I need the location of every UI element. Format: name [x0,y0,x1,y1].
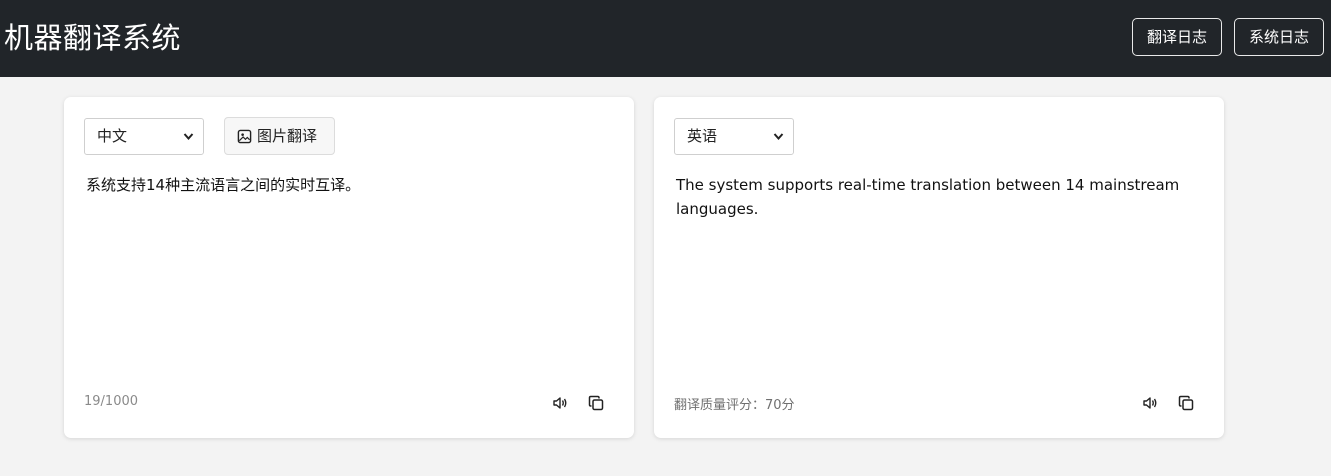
translation-quality-score: 翻译质量评分：70分 [674,398,795,413]
system-log-button[interactable]: 系统日志 [1234,18,1324,56]
target-panel: 英语 The system supports real-time transla… [654,97,1224,438]
speaker-icon[interactable] [1139,392,1161,414]
source-text-input[interactable]: 系统支持14种主流语言之间的实时互译。 [86,173,606,197]
source-language-value: 中文 [97,127,128,145]
chevron-down-icon [773,119,784,168]
source-language-select[interactable]: 中文 [84,118,204,155]
image-translate-label: 图片翻译 [257,127,318,145]
app-title: 机器翻译系统 [4,21,182,55]
char-count: 19/1000 [84,394,139,409]
translation-log-button[interactable]: 翻译日志 [1132,18,1222,56]
source-panel: 中文 图片翻译 系统支持14种主流语言之间的实时互译。 19/1000 [64,97,634,438]
copy-icon[interactable] [1175,392,1197,414]
image-translate-button[interactable]: 图片翻译 [224,117,335,155]
image-icon [237,129,252,144]
top-navbar: 机器翻译系统 翻译日志 系统日志 [0,0,1331,77]
chevron-down-icon [183,119,194,168]
speaker-icon[interactable] [549,392,571,414]
target-language-select[interactable]: 英语 [674,118,794,155]
target-language-value: 英语 [687,127,718,145]
translated-text-output: The system supports real-time translatio… [676,176,1180,218]
copy-icon[interactable] [585,392,607,414]
